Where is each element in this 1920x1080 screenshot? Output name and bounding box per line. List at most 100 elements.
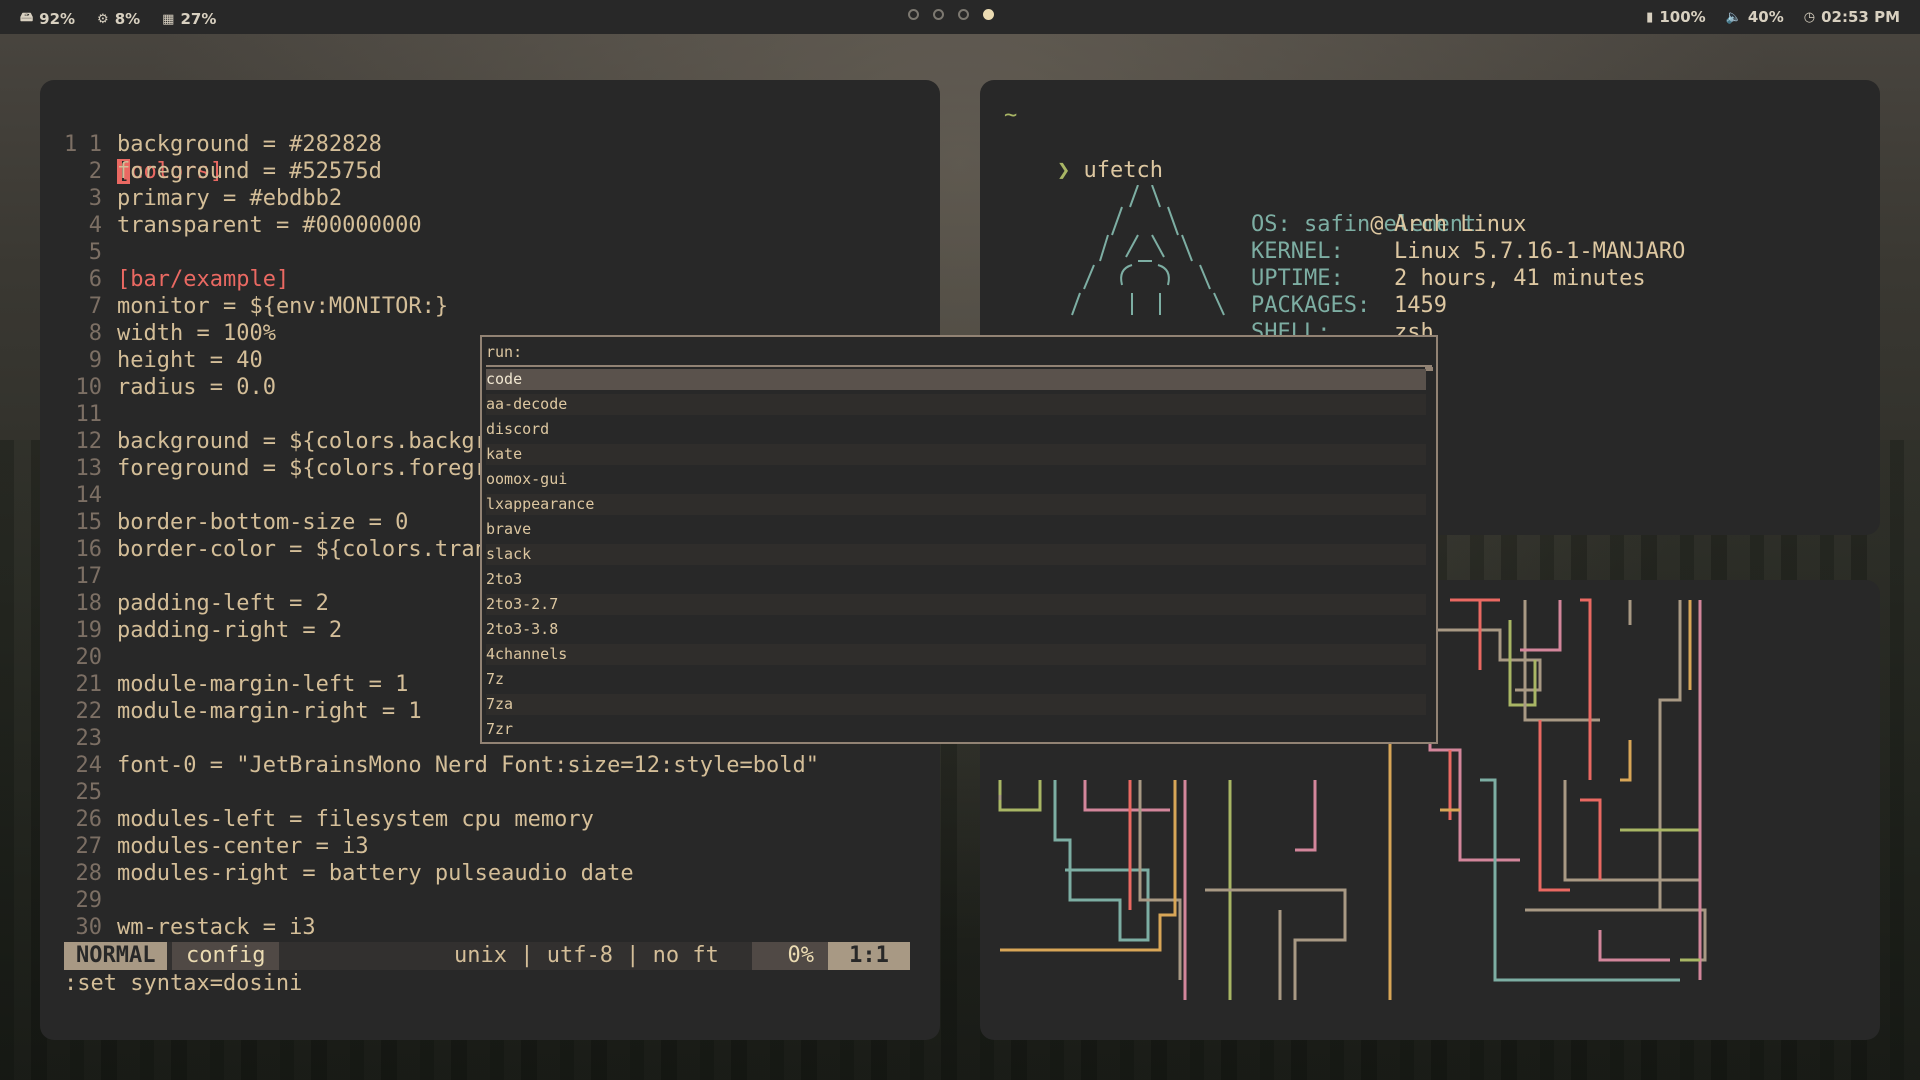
- launcher-item[interactable]: 7z: [486, 669, 1426, 690]
- line-text: border-color = ${colors.tran: [117, 537, 488, 562]
- line-number: 30: [75, 915, 103, 940]
- launcher-item[interactable]: discord: [486, 419, 1426, 440]
- line-number: 21: [75, 672, 103, 697]
- memory-module: ▦ 27%: [162, 8, 216, 30]
- launcher-item[interactable]: 4channels: [486, 644, 1426, 665]
- pipe-segment: [1390, 738, 1520, 862]
- line-number: 27: [75, 834, 103, 859]
- line-text: width = 100%: [117, 321, 276, 346]
- line-number: 1: [88, 132, 102, 157]
- launcher-item[interactable]: oomox-gui: [486, 469, 1426, 490]
- launcher-item[interactable]: 2to3-2.7: [486, 594, 1426, 615]
- info-value: 2 hours, 41 minutes: [1394, 266, 1646, 291]
- launcher-item[interactable]: 2to3-3.8: [486, 619, 1426, 640]
- line-number: 15: [75, 510, 103, 535]
- pipe-segment: [1295, 780, 1317, 852]
- launcher-item[interactable]: kate: [486, 444, 1426, 465]
- volume-value: 40%: [1747, 8, 1784, 26]
- workspace-3[interactable]: [958, 9, 969, 20]
- cpu-value: 8%: [114, 10, 141, 28]
- workspace-indicator: [908, 9, 994, 20]
- line-text: background = ${colors.backgr: [117, 429, 488, 454]
- line-number: 26: [75, 807, 103, 832]
- battery-icon: ▮: [1646, 9, 1654, 25]
- file-info: unix | utf-8 | no ft: [454, 943, 719, 968]
- memory-value: 27%: [180, 10, 217, 28]
- vim-statusline: NORMAL config unix | utf-8 | no ft 0% 1:…: [64, 942, 910, 970]
- arch-logo-icon: [1071, 185, 1225, 316]
- info-value: Arch Linux: [1394, 212, 1527, 237]
- launcher-item[interactable]: aa-decode: [486, 394, 1426, 415]
- pipe-segment: [1083, 780, 1170, 812]
- filename-label: config: [172, 942, 280, 970]
- volume-module[interactable]: 🔈 40%: [1726, 8, 1784, 26]
- filesystem-module: 🖴 92%: [20, 8, 75, 30]
- line-number: 9: [88, 348, 102, 373]
- pipe-segment: [1508, 620, 1537, 707]
- launcher-item[interactable]: 2to3: [486, 569, 1426, 590]
- pipe-segment: [1620, 740, 1632, 782]
- mode-indicator: NORMAL: [64, 942, 168, 970]
- clock-icon: ◷: [1803, 9, 1816, 25]
- line-text: modules-center = i3: [117, 834, 369, 859]
- prompt-arrow-icon: ❯: [1056, 158, 1071, 183]
- line-text: modules-right = battery pulseaudio date: [117, 861, 634, 886]
- line-text: monitor = ${env:MONITOR:}: [117, 294, 449, 319]
- line-text: wm-restack = i3: [117, 915, 316, 940]
- launcher-item[interactable]: code: [486, 369, 1426, 390]
- line-number: 11: [75, 402, 103, 427]
- line-number: 24: [75, 753, 103, 778]
- line-number: 12: [75, 429, 103, 454]
- app-launcher[interactable]: run: code aa-decode discord kate oomox-gui lx…: [480, 335, 1438, 744]
- cursor-position: 1:1: [828, 942, 910, 970]
- command-text: ufetch: [1083, 158, 1163, 183]
- launcher-item[interactable]: brave: [486, 519, 1426, 540]
- line-number: 14: [75, 483, 103, 508]
- pipe-segment: [1580, 798, 1602, 880]
- line-number: 3: [88, 186, 102, 211]
- memory-icon: ▦: [162, 11, 175, 27]
- cpu-module: ⚙ 8%: [97, 8, 140, 30]
- line-text: primary = #ebdbb2: [117, 186, 343, 211]
- pipe-segment: [1205, 888, 1347, 1000]
- pipe-segment: [1053, 780, 1150, 942]
- filesystem-value: 92%: [39, 10, 76, 28]
- clock-module: ◷ 02:53 PM: [1804, 8, 1900, 26]
- line-text: padding-left = 2: [117, 591, 329, 616]
- battery-module: ▮ 100%: [1646, 8, 1706, 26]
- battery-value: 100%: [1659, 8, 1706, 26]
- workspace-1[interactable]: [908, 9, 919, 20]
- line-number: 25: [75, 780, 103, 805]
- line-text: height = 40: [117, 348, 263, 373]
- line-number: 23: [75, 726, 103, 751]
- workspace-2[interactable]: [933, 9, 944, 20]
- line-number: 13: [75, 456, 103, 481]
- launcher-divider: [486, 365, 1432, 367]
- line-text: border-bottom-size = 0: [117, 510, 409, 535]
- line-number: 16: [75, 537, 103, 562]
- pipe-segment: [1580, 598, 1592, 780]
- line-number: 7: [88, 294, 102, 319]
- launcher-item[interactable]: lxappearance: [486, 494, 1426, 515]
- launcher-scrollbar[interactable]: [1425, 367, 1433, 371]
- launcher-prompt[interactable]: run:: [486, 343, 522, 361]
- line-number: 20: [75, 645, 103, 670]
- line-text: font-0 = "JetBrainsMono Nerd Font:size=1…: [117, 753, 819, 778]
- line-number: 18: [75, 591, 103, 616]
- speaker-icon: 🔈: [1725, 9, 1742, 25]
- line-text: radius = 0.0: [117, 375, 276, 400]
- launcher-item[interactable]: 7zr: [486, 719, 1426, 740]
- line-number: 4: [88, 213, 102, 238]
- launcher-item[interactable]: 7za: [486, 694, 1426, 715]
- line-number: 6: [88, 267, 102, 292]
- command-line[interactable]: :set syntax=dosini: [64, 970, 302, 998]
- pipe-segment: [998, 780, 1042, 812]
- clock-value: 02:53 PM: [1821, 8, 1900, 26]
- workspace-4[interactable]: [983, 9, 994, 20]
- pipe-segment: [1658, 600, 1707, 962]
- info-key: UPTIME:: [1251, 266, 1344, 291]
- status-bar: 🖴 92% ⚙ 8% ▦ 27% ▮ 100% 🔈 40% ◷ 02:53 PM: [0, 0, 1920, 34]
- launcher-item[interactable]: slack: [486, 544, 1426, 565]
- line-number: 19: [75, 618, 103, 643]
- line-text: foreground = #52575d: [117, 159, 382, 184]
